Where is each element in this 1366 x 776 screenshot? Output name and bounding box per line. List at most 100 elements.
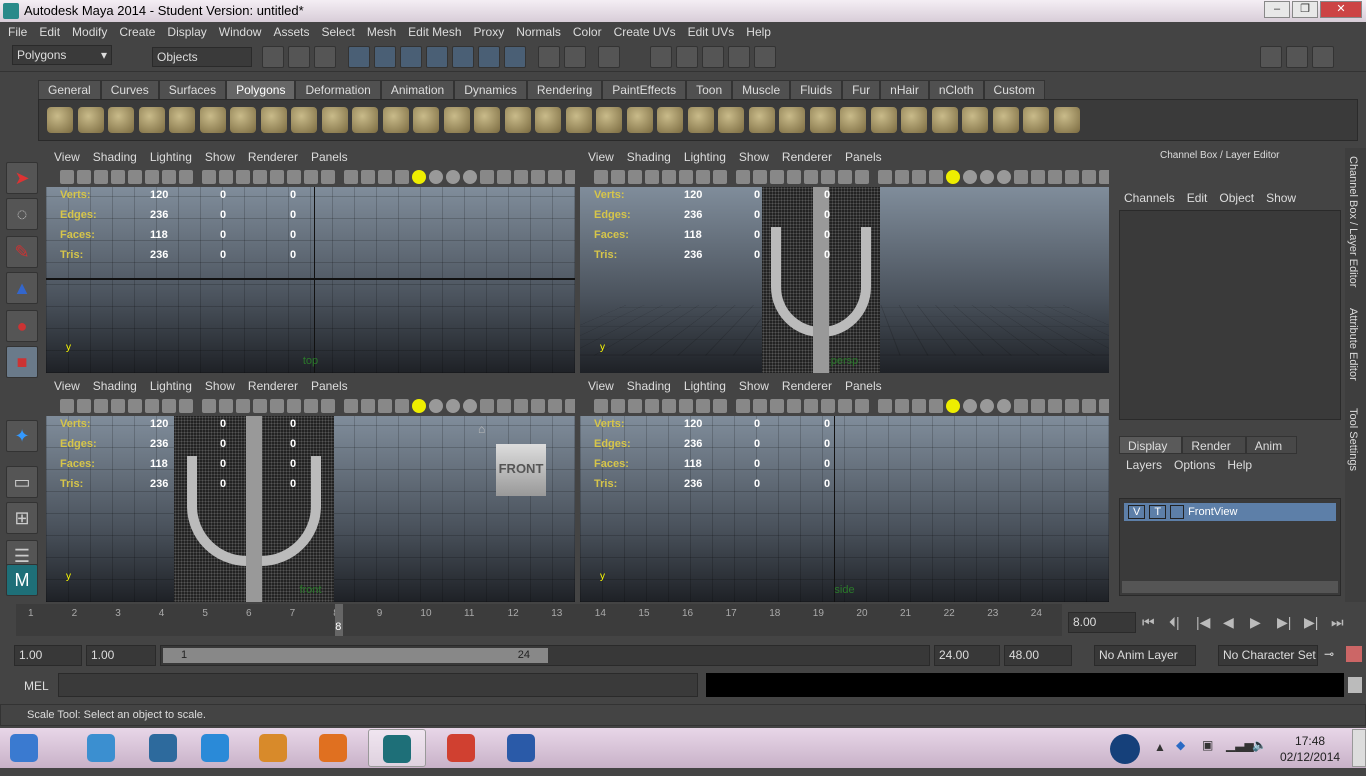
maximize-button[interactable]: ❐ (1292, 1, 1318, 18)
panel-tool-icon[interactable] (395, 170, 409, 184)
layer-menu-layers[interactable]: Layers (1126, 458, 1162, 472)
panel-tool-icon[interactable] (804, 399, 818, 413)
panel-tool-icon[interactable] (344, 399, 358, 413)
shelf-tool-icon[interactable] (230, 107, 256, 133)
side-tab-tool-settings[interactable]: Tool Settings (1347, 408, 1359, 471)
home-icon[interactable]: ⌂ (478, 422, 485, 436)
panel-tool-icon[interactable] (162, 170, 176, 184)
panel-tool-icon[interactable] (202, 170, 216, 184)
viewport-view-side[interactable]: Verts: 120 0 0 Edges: 236 0 0 Faces: 118 0 0 Tris: 23… (580, 416, 1109, 602)
panel-tool-icon[interactable] (1048, 399, 1062, 413)
panel-tool-icon[interactable] (219, 399, 233, 413)
panel-tool-icon[interactable] (736, 170, 750, 184)
menu-proxy[interactable]: Proxy (474, 25, 513, 39)
shelf-tool-icon[interactable] (47, 107, 73, 133)
menu-modify[interactable]: Modify (72, 25, 115, 39)
shelf-tool-icon[interactable] (474, 107, 500, 133)
shelf-tool-icon[interactable] (443, 107, 470, 133)
panel-tool-icon[interactable] (679, 399, 693, 413)
render-settings-icon[interactable] (702, 46, 724, 68)
snap-view-plane-icon[interactable] (426, 46, 448, 68)
panel-menu-view[interactable]: View (54, 148, 80, 167)
shelf-tool-icon[interactable] (718, 107, 744, 133)
shelf-tool-icon[interactable] (962, 107, 988, 133)
panel-tool-icon[interactable] (253, 399, 267, 413)
menu-edit-mesh[interactable]: Edit Mesh (408, 25, 469, 39)
shelf-tab-animation[interactable]: Animation (380, 80, 455, 99)
panel-menu-lighting[interactable]: Lighting (150, 148, 192, 167)
render-current-icon[interactable] (650, 46, 672, 68)
panel-tool-icon[interactable] (679, 170, 693, 184)
menu-window[interactable]: Window (219, 25, 270, 39)
shelf-tab-dynamics[interactable]: Dynamics (454, 80, 527, 99)
shelf-tab-custom[interactable]: Custom (983, 80, 1045, 99)
menu-select[interactable]: Select (321, 25, 362, 39)
panel-tool-icon[interactable] (412, 399, 426, 413)
panel-tool-icon[interactable] (429, 399, 443, 413)
shelf-tool-icon[interactable] (809, 107, 836, 133)
shelf-tool-icon[interactable] (779, 107, 805, 133)
layer-template-toggle[interactable]: T (1149, 505, 1167, 519)
side-tab-channel-box-layer-editor[interactable]: Channel Box / Layer Editor (1347, 156, 1359, 287)
panel-tool-icon[interactable] (202, 399, 216, 413)
panel-tool-icon[interactable] (1082, 170, 1096, 184)
script-editor-icon[interactable] (1348, 677, 1362, 693)
menu-edit[interactable]: Edit (39, 25, 68, 39)
scale-tool-icon[interactable]: ■ (6, 346, 38, 378)
maya-logo-icon[interactable]: M (6, 564, 38, 596)
panel-tool-icon[interactable] (594, 399, 608, 413)
panel-tool-icon[interactable] (236, 170, 250, 184)
panel-tool-icon[interactable] (236, 399, 250, 413)
panel-menu-renderer[interactable]: Renderer (248, 377, 298, 396)
panel-tool-icon[interactable] (753, 399, 767, 413)
panel-tool-icon[interactable] (912, 170, 926, 184)
panel-tool-icon[interactable] (662, 399, 676, 413)
shelf-tab-general[interactable]: General (38, 80, 101, 99)
panel-tool-icon[interactable] (645, 399, 659, 413)
screen-capture-taskbar-icon[interactable] (72, 729, 130, 767)
panel-tool-icon[interactable] (696, 170, 710, 184)
current-time-field[interactable]: 8.00 (1068, 612, 1136, 633)
panel-tool-icon[interactable] (997, 170, 1011, 184)
play-forwards-button[interactable]: ▶ (1250, 614, 1268, 631)
panel-tool-icon[interactable] (548, 170, 562, 184)
shelf-tool-icon[interactable] (1053, 107, 1080, 133)
shelf-tool-icon[interactable] (565, 107, 592, 133)
shelf-tab-toon[interactable]: Toon (686, 80, 733, 99)
network-icon[interactable]: ▁▃▅ (1226, 738, 1254, 752)
channel-menu-object[interactable]: Object (1219, 191, 1254, 205)
shelf-tool-icon[interactable] (77, 107, 104, 133)
panel-menu-show[interactable]: Show (739, 377, 769, 396)
panel-tool-icon[interactable] (480, 399, 494, 413)
anim-end-field[interactable]: 48.00 (1004, 645, 1072, 666)
panel-tool-icon[interactable] (378, 170, 392, 184)
snap-grid-icon[interactable] (348, 46, 370, 68)
panel-tool-icon[interactable] (179, 399, 193, 413)
panel-tool-icon[interactable] (645, 170, 659, 184)
layer-scrollbar[interactable] (1122, 581, 1338, 593)
anim-layer-dropdown[interactable]: No Anim Layer (1094, 645, 1196, 666)
panel-tool-icon[interactable] (713, 170, 727, 184)
lock-selection-icon[interactable] (538, 46, 560, 68)
show-desktop-button[interactable] (1352, 729, 1366, 767)
shelf-tab-curves[interactable]: Curves (100, 80, 159, 99)
panel-menu-panels[interactable]: Panels (311, 148, 348, 167)
command-input[interactable] (58, 673, 698, 697)
command-language-label[interactable]: MEL (24, 679, 49, 693)
shelf-tool-icon[interactable] (138, 107, 165, 133)
panel-tool-icon[interactable] (514, 399, 528, 413)
panel-tool-icon[interactable] (855, 399, 869, 413)
shelf-tab-ncloth[interactable]: nCloth (928, 80, 984, 99)
shelf-tool-icon[interactable] (108, 107, 134, 133)
menu-file[interactable]: File (8, 25, 35, 39)
shelf-tool-icon[interactable] (504, 107, 531, 133)
shelf-tool-icon[interactable] (748, 107, 775, 133)
panel-menu-lighting[interactable]: Lighting (150, 377, 192, 396)
panel-tool-icon[interactable] (253, 170, 267, 184)
panel-tool-icon[interactable] (565, 170, 575, 184)
panel-tool-icon[interactable] (514, 170, 528, 184)
hp-taskbar-icon[interactable] (134, 729, 192, 767)
panel-tool-icon[interactable] (770, 399, 784, 413)
layer-tab-display[interactable]: Display (1119, 436, 1183, 454)
anim-start-field[interactable]: 1.00 (86, 645, 156, 666)
